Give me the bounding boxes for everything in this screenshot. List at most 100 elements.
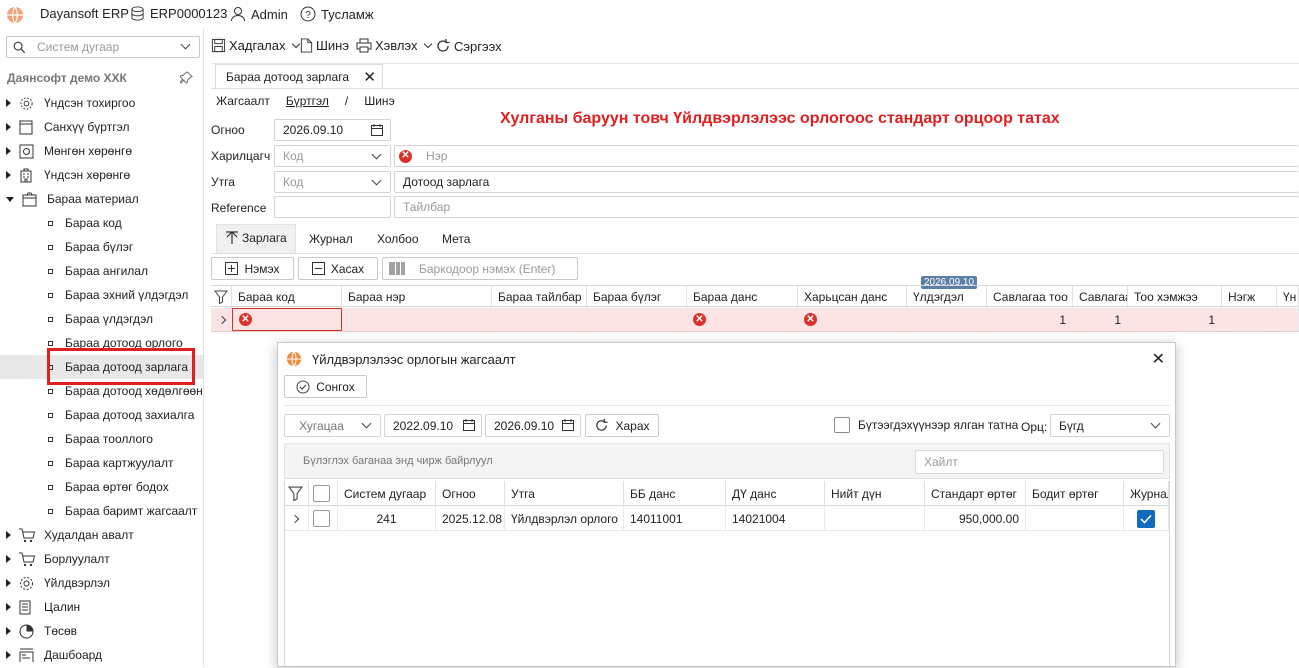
column-header[interactable]: Тоо хэмжээ — [1128, 286, 1222, 308]
new-button[interactable]: Шинэ — [300, 38, 349, 53]
chevron-down-icon[interactable] — [180, 39, 191, 50]
sidebar-subitem[interactable]: Бараа дотоод захиалга — [48, 403, 194, 427]
column-header[interactable]: Нэгж — [1222, 286, 1277, 308]
refresh-button[interactable]: Сэргээх — [435, 38, 502, 54]
row-expand-icon[interactable] — [285, 506, 309, 531]
column-header[interactable]: Нийт дүн — [825, 481, 925, 506]
chevron-down-icon[interactable] — [371, 149, 382, 160]
column-header[interactable]: Бараа нэр — [342, 286, 492, 308]
user-button[interactable]: Admin — [230, 6, 288, 22]
table-cell[interactable] — [1026, 506, 1124, 531]
sidebar-subitem[interactable]: Бараа картжуулалт — [48, 451, 173, 475]
table-cell[interactable] — [1222, 308, 1277, 331]
filter-icon[interactable] — [285, 481, 309, 506]
recipe-select[interactable]: Бүгд — [1050, 414, 1170, 437]
close-icon[interactable]: ✕ — [1152, 349, 1165, 369]
sidebar-item-cash[interactable]: Мөнгөн хөрөнгө — [6, 139, 132, 163]
calendar-icon[interactable] — [463, 419, 475, 431]
pin-icon[interactable] — [180, 71, 193, 84]
sidebar-item-dashboard[interactable]: Дашбоард — [6, 643, 102, 667]
table-cell[interactable]: ✕ — [798, 308, 907, 331]
column-header[interactable]: Систем дугаар — [338, 481, 436, 506]
collapsed-arrow-icon[interactable] — [6, 531, 11, 539]
table-cell[interactable]: 241 — [338, 506, 436, 531]
route-code-field[interactable]: Код — [274, 171, 391, 193]
table-cell[interactable]: Үйлдвэрлэл орлого — [505, 506, 624, 531]
collapsed-arrow-icon[interactable] — [6, 123, 11, 131]
sidebar-item-sales[interactable]: Борлуулалт — [6, 547, 110, 571]
reference-field[interactable] — [274, 196, 391, 218]
sidebar-search-input[interactable]: Систем дугаар — [6, 36, 200, 58]
table-cell[interactable]: 950,000.00 — [925, 506, 1026, 531]
tab-relation[interactable]: Холбоо — [377, 232, 419, 246]
period-select[interactable]: Хугацаа — [284, 414, 381, 437]
close-icon[interactable]: ✕ — [363, 68, 376, 86]
row-checkbox[interactable] — [309, 506, 338, 531]
table-cell[interactable]: 1 — [1128, 308, 1222, 331]
table-row[interactable]: 241 2025.12.08 Үйлдвэрлэл орлого 14011001 14… — [285, 506, 1169, 531]
document-tab[interactable]: Бараа дотоод зарлага ✕ — [215, 64, 383, 89]
column-header[interactable]: ДҮ данс — [726, 481, 825, 506]
chevron-down-icon[interactable] — [291, 39, 300, 48]
table-cell[interactable]: 14021004 — [726, 506, 825, 531]
sidebar-item-factory[interactable]: Үйлдвэрлэл — [6, 571, 110, 595]
column-header[interactable]: Бодит өртөг — [1026, 481, 1124, 506]
column-header[interactable]: Савлагаа тоо — [987, 286, 1073, 308]
breadcrumb-list-link[interactable]: Жагсаалт — [216, 94, 270, 108]
table-cell[interactable] — [1124, 506, 1169, 531]
column-header[interactable]: Журнал — [1124, 481, 1169, 506]
collapsed-arrow-icon[interactable] — [6, 651, 11, 659]
column-header[interactable]: Бараа тайлбар — [492, 286, 587, 308]
table-row[interactable]: ✕ ✕ ✕ 1 1 1 — [211, 308, 1299, 332]
add-row-button[interactable]: Нэмэх — [211, 257, 294, 280]
table-cell[interactable] — [1277, 308, 1299, 331]
sidebar-subitem[interactable]: Бараа баримт жагсаалт — [48, 499, 197, 523]
sidebar-item-pie[interactable]: Төсөв — [6, 619, 77, 643]
collapsed-arrow-icon[interactable] — [6, 99, 11, 107]
filter-icon[interactable] — [211, 286, 232, 308]
sidebar-item-box[interactable]: Бараа материал — [6, 187, 139, 211]
by-product-checkbox[interactable]: Бүтээгдэхүүнээр ялган татна — [834, 417, 1018, 433]
dialog-search-input[interactable]: Хайлт — [915, 450, 1164, 474]
collapsed-arrow-icon[interactable] — [6, 147, 11, 155]
table-cell[interactable]: 2025.12.08 — [436, 506, 505, 531]
column-header[interactable]: Утга — [505, 481, 624, 506]
breadcrumb-register-link[interactable]: Бүртгэл — [286, 94, 329, 108]
table-cell[interactable]: ✕ — [687, 308, 798, 331]
column-header[interactable]: Савлагаа — [1073, 286, 1128, 308]
tab-journal[interactable]: Журнал — [309, 232, 353, 246]
erp-code-button[interactable]: ERP0000123 — [130, 6, 227, 21]
breadcrumb-new-link[interactable]: Шинэ — [364, 94, 394, 108]
date-field[interactable]: 2026.09.10 — [274, 119, 391, 141]
date-to-field[interactable]: 2026.09.10 — [485, 414, 581, 437]
tab-expense[interactable]: Зарлага — [226, 231, 287, 245]
checkbox[interactable] — [834, 417, 850, 433]
sidebar-item-gear[interactable]: Үндсэн тохиргоо — [6, 91, 135, 115]
table-cell[interactable]: 1 — [987, 308, 1073, 331]
chevron-down-icon[interactable] — [371, 175, 382, 186]
table-cell[interactable]: 1 — [1073, 308, 1128, 331]
select-button[interactable]: Сонгох — [284, 375, 367, 398]
group-panel[interactable]: Бүлэглэх баганаа энд чирж байрлуул Хайлт — [284, 443, 1170, 479]
chevron-down-icon[interactable] — [361, 418, 372, 429]
column-header[interactable]: Үлдэгдэл — [907, 286, 987, 308]
row-expand-icon[interactable] — [211, 308, 232, 331]
sidebar-subitem[interactable]: Бараа тооллого — [48, 427, 153, 451]
partner-code-field[interactable]: Код — [274, 145, 391, 167]
barcode-input[interactable]: Баркодоор нэмэх (Enter) — [382, 257, 578, 280]
column-header[interactable]: Үн — [1277, 286, 1299, 308]
sidebar-subitem[interactable]: Бараа өртөг бодох — [48, 475, 169, 499]
column-header[interactable]: Стандарт өртөг — [925, 481, 1026, 506]
sidebar-subitem[interactable]: Бараа ангилал — [48, 259, 148, 283]
save-button[interactable]: Хадгалах — [211, 38, 303, 53]
sidebar-subitem[interactable]: Бараа эхний үлдэгдэл — [48, 283, 188, 307]
collapsed-arrow-icon[interactable] — [6, 627, 11, 635]
tab-meta[interactable]: Мета — [442, 232, 470, 246]
view-button[interactable]: Харах — [585, 414, 659, 437]
collapsed-arrow-icon[interactable] — [6, 579, 11, 587]
calendar-icon[interactable] — [562, 419, 574, 431]
sidebar-subitem[interactable]: Бараа бүлэг — [48, 235, 133, 259]
sidebar-item-building[interactable]: Үндсэн хөрөнгө — [6, 163, 130, 187]
table-cell[interactable] — [587, 308, 687, 331]
column-header[interactable]: Бараа бүлэг — [587, 286, 687, 308]
